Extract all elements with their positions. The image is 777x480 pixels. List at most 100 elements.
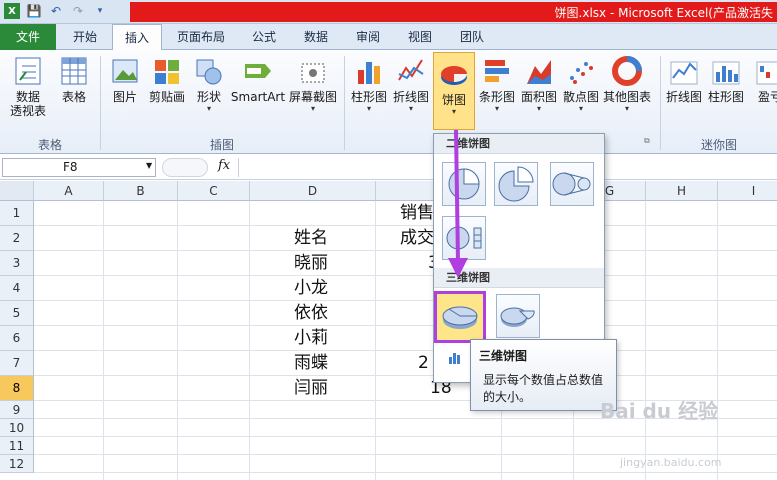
worksheet[interactable]: A B C D E F G H I 1 2 3 4 5 6 7 8 9 10 1… — [0, 181, 777, 480]
area-chart-button[interactable]: 面积图 ▾ — [518, 54, 560, 114]
tab-formulas[interactable]: 公式 — [244, 24, 284, 50]
tab-file[interactable]: 文件 — [0, 24, 56, 50]
area-chart-icon — [524, 54, 554, 86]
cell-d2[interactable]: 姓名 — [294, 226, 328, 251]
scatter-chart-button[interactable]: 散点图 ▾ — [560, 54, 602, 114]
table-button[interactable]: 表格 — [56, 54, 92, 104]
table-icon — [59, 54, 89, 86]
gridline — [34, 275, 777, 276]
line-chart-button[interactable]: 折线图 ▾ — [390, 54, 432, 114]
redo-icon[interactable]: ↷ — [70, 3, 86, 19]
cell-d7[interactable]: 雨蝶 — [294, 351, 328, 376]
other-charts-button[interactable]: 其他图表 ▾ — [602, 54, 652, 114]
row-header-3[interactable]: 3 — [0, 251, 34, 276]
column-chart-button[interactable]: 柱形图 ▾ — [348, 54, 390, 114]
bar-chart-icon — [482, 54, 512, 86]
picture-button[interactable]: 图片 — [106, 54, 144, 104]
tab-review[interactable]: 审阅 — [348, 24, 388, 50]
name-box-dropdown-icon[interactable]: ▼ — [146, 161, 152, 170]
gridline — [34, 350, 777, 351]
pie-of-pie-icon[interactable] — [550, 162, 594, 206]
row-header-1[interactable]: 1 — [0, 201, 34, 226]
col-header-d[interactable]: D — [250, 181, 376, 201]
clipart-button[interactable]: 剪贴画 — [146, 54, 188, 104]
tab-page-layout[interactable]: 页面布局 — [170, 24, 232, 50]
pivot-table-button[interactable]: 数据 透视表 — [6, 54, 50, 118]
cell-d5[interactable]: 依依 — [294, 301, 328, 326]
quick-access-toolbar: X 💾 ↶ ↷ ▾ — [4, 3, 108, 19]
gridline — [717, 201, 718, 480]
gridline — [34, 300, 777, 301]
tooltip-description: 显示每个数值占总数值的大小。 — [483, 373, 604, 404]
sparkline-winloss-button[interactable]: 盈亏 — [750, 54, 777, 104]
exploded-pie-2d-icon[interactable] — [494, 162, 538, 206]
bar-chart-button[interactable]: 条形图 ▾ — [476, 54, 518, 114]
exploded-pie-3d-icon[interactable] — [496, 294, 540, 338]
customize-qat-icon[interactable]: ▾ — [92, 3, 108, 19]
tab-team[interactable]: 团队 — [452, 24, 492, 50]
dialog-launcher-icon[interactable]: ⧉ — [644, 136, 650, 146]
row-header-4[interactable]: 4 — [0, 276, 34, 301]
window-title: 饼图.xlsx - Microsoft Excel(产品激活失 — [554, 6, 773, 20]
tab-view[interactable]: 视图 — [400, 24, 440, 50]
tab-home[interactable]: 开始 — [62, 24, 108, 50]
row-header-10[interactable]: 10 — [0, 419, 34, 437]
cell-e1[interactable]: 销售 — [400, 201, 434, 226]
gallery-header-2d: 二维饼图 — [434, 134, 604, 154]
tab-data[interactable]: 数据 — [296, 24, 336, 50]
pie-3d-icon[interactable] — [434, 291, 486, 343]
screenshot-button[interactable]: 屏幕截图 ▾ — [288, 54, 338, 114]
shapes-icon — [194, 54, 224, 86]
insert-function-icon[interactable]: fx — [218, 158, 230, 173]
formula-splitter[interactable] — [162, 158, 208, 177]
gallery-header-3d: 三维饼图 — [434, 268, 604, 288]
gridline — [34, 436, 777, 437]
shapes-button[interactable]: 形状 ▾ — [190, 54, 228, 114]
col-header-a[interactable]: A — [34, 181, 104, 201]
cell-d3[interactable]: 晓丽 — [294, 251, 328, 276]
pie-2d-icon[interactable] — [442, 162, 486, 206]
row-header-12[interactable]: 12 — [0, 455, 34, 473]
sparkline-column-button[interactable]: 柱形图 — [706, 54, 746, 104]
undo-icon[interactable]: ↶ — [48, 3, 64, 19]
sparkline-line-button[interactable]: 折线图 — [664, 54, 704, 104]
cell-d4[interactable]: 小龙 — [294, 276, 328, 301]
sparkline-column-icon — [711, 54, 741, 86]
col-header-h[interactable]: H — [646, 181, 718, 201]
all-chart-types-icon[interactable] — [442, 344, 468, 370]
scatter-chart-icon — [566, 54, 596, 86]
col-header-b[interactable]: B — [104, 181, 178, 201]
sparkline-line-icon — [669, 54, 699, 86]
smartart-button[interactable]: SmartArt — [230, 54, 286, 104]
row-header-11[interactable]: 11 — [0, 437, 34, 455]
gridline — [645, 201, 646, 480]
row-header-8[interactable]: 8 — [0, 376, 34, 401]
name-box[interactable]: F8 — [2, 158, 156, 177]
tab-insert[interactable]: 插入 — [112, 24, 162, 51]
row-header-2[interactable]: 2 — [0, 226, 34, 251]
gridline — [249, 201, 250, 480]
row-header-6[interactable]: 6 — [0, 326, 34, 351]
row-header-5[interactable]: 5 — [0, 301, 34, 326]
row-header-7[interactable]: 7 — [0, 351, 34, 376]
gridline — [34, 375, 777, 376]
group-separator — [660, 56, 661, 150]
cell-e7[interactable]: 2 — [418, 351, 429, 376]
select-all-corner[interactable] — [0, 181, 34, 201]
bar-of-pie-icon[interactable] — [442, 216, 486, 260]
excel-window: { "window":{"title":"饼图.xlsx - Microsoft… — [0, 0, 777, 480]
row-header-9[interactable]: 9 — [0, 401, 34, 419]
group-separator — [344, 56, 345, 150]
group-tables-label: 表格 — [37, 138, 62, 152]
cell-d8[interactable]: 闫丽 — [294, 376, 328, 401]
gridline — [34, 472, 777, 473]
doughnut-chart-icon — [612, 54, 642, 86]
pie-chart-button[interactable]: 饼图 ▾ — [433, 52, 475, 130]
col-header-i[interactable]: I — [718, 181, 777, 201]
save-icon[interactable]: 💾 — [26, 3, 42, 19]
cell-d6[interactable]: 小莉 — [294, 326, 328, 351]
col-header-c[interactable]: C — [178, 181, 250, 201]
baidu-watermark: Bai du 经验 — [600, 399, 719, 423]
cell-e2[interactable]: 成交 — [400, 226, 434, 251]
line-chart-icon — [396, 54, 426, 86]
